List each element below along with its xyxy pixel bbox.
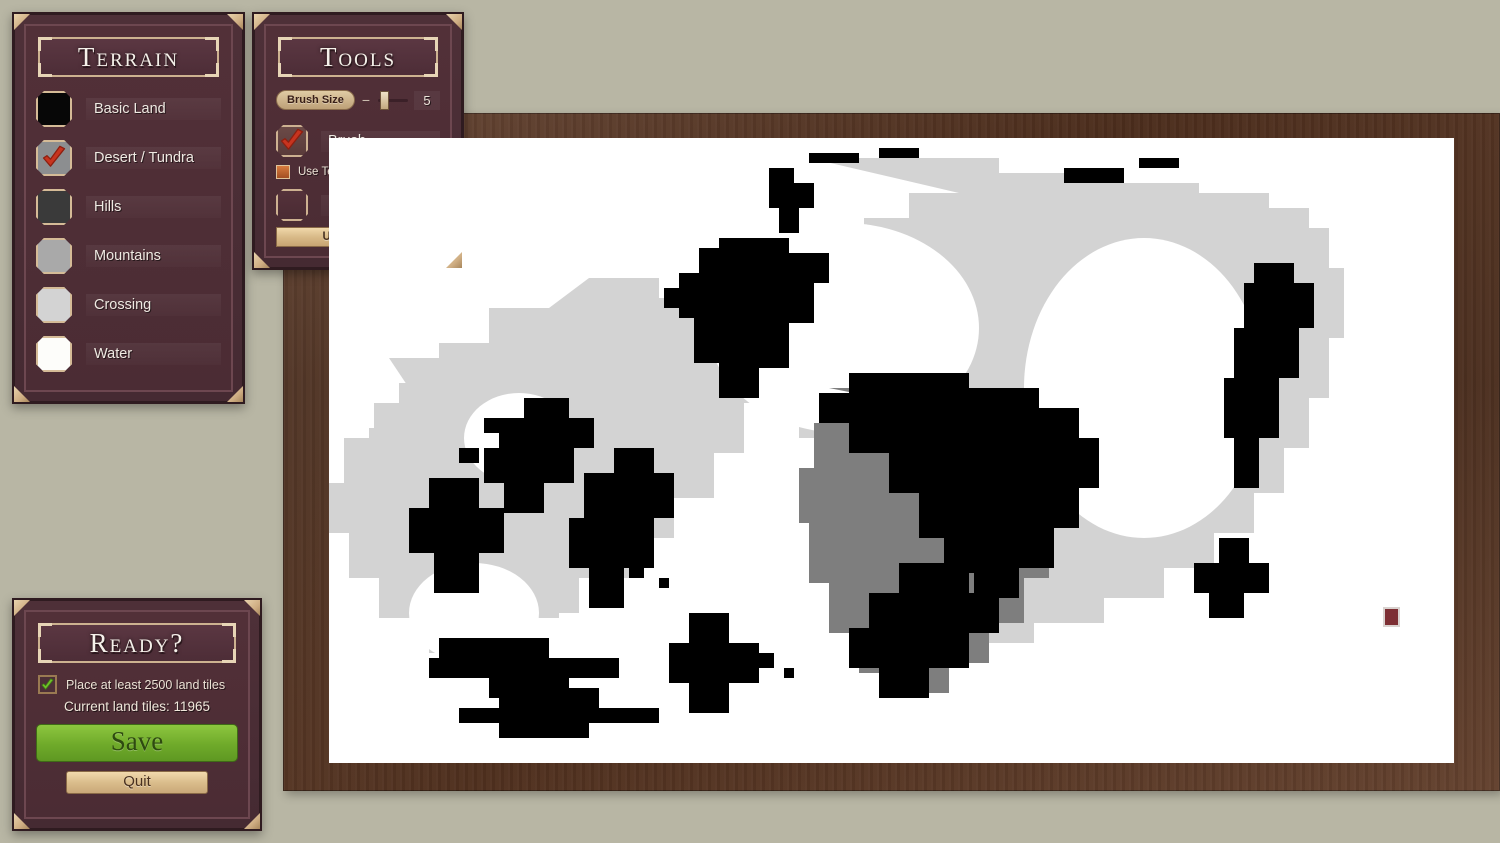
terrain-item-crossing[interactable]: Crossing [36,285,221,325]
terrain-item-mountains[interactable]: Mountains [36,236,221,276]
banner-corner-icon [38,649,52,663]
terrain-swatch-hills[interactable] [36,189,72,225]
ready-panel-body: Ready? Place at least 2500 land tiles Cu… [24,610,250,819]
brush-size-slider[interactable] [378,90,408,110]
banner-corner-icon [424,63,438,77]
ready-panel-title-banner: Ready? [38,623,236,663]
terrain-panel-body: Terrain Basic Land Desert / Tundra Hills [24,24,233,392]
brush-size-label: Brush Size [276,90,355,110]
brush-size-value: 5 [414,90,440,110]
terrain-label-hills: Hills [86,196,221,218]
terrain-item-basic-land[interactable]: Basic Land [36,89,221,129]
terrain-item-water[interactable]: Water [36,334,221,374]
map-pixel-art [329,138,1454,763]
brush-cursor [1383,607,1400,627]
quit-button[interactable]: Quit [66,771,208,794]
ready-panel: Ready? Place at least 2500 land tiles Cu… [12,598,262,831]
save-button[interactable]: Save [36,724,238,762]
brush-size-slider-handle[interactable] [380,90,390,110]
terrain-label-desert-tundra: Desert / Tundra [86,147,221,169]
tools-panel-title-banner: Tools [278,37,438,77]
banner-corner-icon [278,37,292,51]
terrain-swatch-basic-land[interactable] [36,91,72,127]
map-frame [283,113,1500,791]
terrain-swatch-crossing[interactable] [36,287,72,323]
brush-checkbox[interactable] [276,125,308,157]
terrain-mask-checkbox[interactable] [276,165,290,179]
terrain-item-desert-tundra[interactable]: Desert / Tundra [36,138,221,178]
terrain-panel-title-banner: Terrain [38,37,219,77]
terrain-swatch-mountains[interactable] [36,238,72,274]
banner-corner-icon [38,63,52,77]
banner-corner-icon [222,649,236,663]
terrain-label-mountains: Mountains [86,245,221,267]
banner-corner-icon [424,37,438,51]
terrain-panel: Terrain Basic Land Desert / Tundra Hills [12,12,245,404]
requirement-row: Place at least 2500 land tiles [38,675,238,694]
banner-corner-icon [222,623,236,637]
terrain-label-water: Water [86,343,221,365]
terrain-swatch-desert-tundra[interactable] [36,140,72,176]
requirement-met-checkbox [38,675,57,694]
terrain-label-basic-land: Basic Land [86,98,221,120]
checkmark-icon [42,145,66,167]
tools-panel-title: Tools [319,41,397,72]
banner-corner-icon [278,63,292,77]
current-land-tiles-text: Current land tiles: 11965 [63,699,211,714]
checkmark-icon [280,128,304,150]
brush-size-decrement-icon[interactable]: − [362,93,370,107]
banner-corner-icon [38,623,52,637]
brush-size-control: Brush Size − 5 [276,89,440,111]
banner-corner-icon [205,63,219,77]
terrain-panel-title: Terrain [77,41,180,72]
requirement-text: Place at least 2500 land tiles [66,677,226,692]
bucket-checkbox[interactable] [276,189,308,221]
banner-corner-icon [205,37,219,51]
checkmark-icon [41,677,54,690]
ready-panel-title: Ready? [89,627,185,658]
terrain-item-hills[interactable]: Hills [36,187,221,227]
app-root: Terrain Basic Land Desert / Tundra Hills [0,0,1500,843]
terrain-swatch-water[interactable] [36,336,72,372]
map-canvas[interactable] [329,138,1454,763]
banner-corner-icon [38,37,52,51]
terrain-label-crossing: Crossing [86,294,221,316]
